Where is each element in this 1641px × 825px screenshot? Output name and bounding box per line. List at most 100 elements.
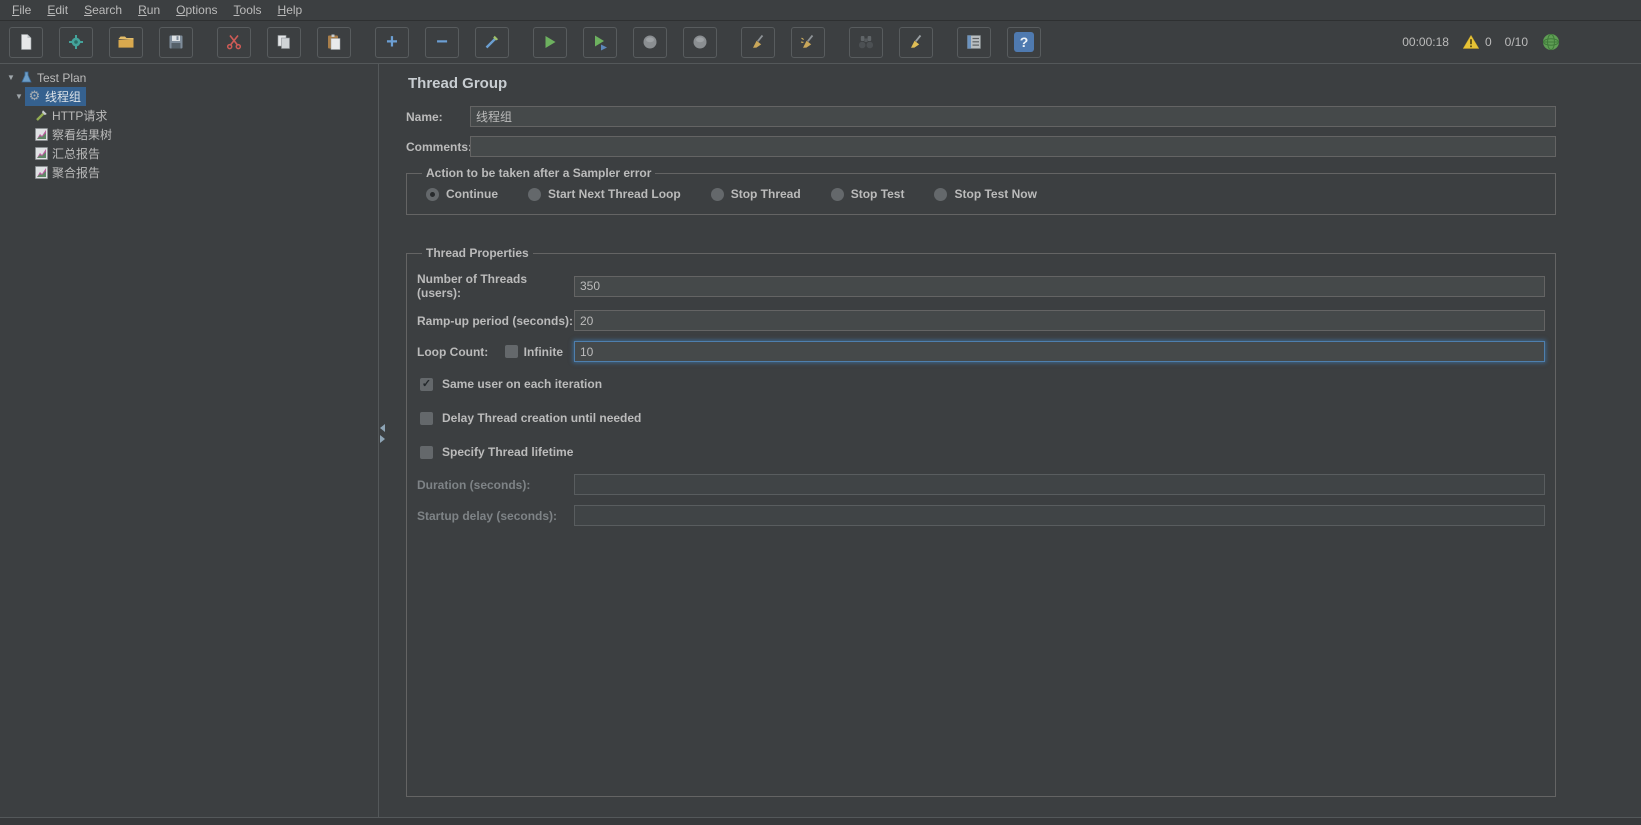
thread-counts: 0/10 (1504, 35, 1528, 49)
tree-node-label: 汇总报告 (52, 147, 101, 161)
name-input[interactable] (470, 106, 1556, 127)
open-button[interactable] (109, 26, 143, 58)
listener-chart-icon (34, 147, 49, 161)
copy-button[interactable] (267, 26, 301, 58)
new-file-button[interactable] (9, 26, 43, 58)
radio-label: Stop Test Now (954, 187, 1037, 201)
tree-node-summary-report[interactable]: 汇总报告 (0, 144, 378, 163)
play-icon (545, 36, 556, 48)
radio-label: Stop Thread (730, 187, 801, 201)
minus-icon: − (436, 31, 448, 53)
collapse-all-button[interactable]: − (425, 26, 459, 58)
thread-lifetime-label: Specify Thread lifetime (442, 445, 574, 459)
page-title: Thread Group (408, 75, 508, 92)
delay-thread-row: Delay Thread creation until needed (420, 411, 1545, 425)
templates-button[interactable] (59, 26, 93, 58)
thread-group-panel: Thread Group Name: Comments: Action to b… (398, 64, 1641, 817)
splitter-grip-icon[interactable] (380, 424, 385, 443)
toggle-icon (485, 35, 499, 49)
clear-button[interactable] (741, 26, 775, 58)
radio-stop-thread[interactable]: Stop Thread (710, 187, 801, 201)
tree-node-thread-group[interactable]: ▼ ⚙ 线程组 (0, 87, 378, 106)
window-bottom-edge (0, 817, 1641, 825)
radio-continue[interactable]: Continue (426, 187, 498, 201)
rampup-label: Ramp-up period (seconds): (417, 313, 574, 328)
menu-edit[interactable]: Edit (39, 1, 76, 19)
loop-count-input[interactable] (574, 341, 1545, 362)
paste-button[interactable] (317, 26, 351, 58)
rampup-input[interactable] (574, 310, 1545, 331)
num-threads-input[interactable] (574, 275, 1545, 297)
elapsed-time: 00:00:18 (1402, 35, 1449, 49)
num-threads-label: Number of Threads (users): (417, 272, 528, 300)
content-area: ▼ Test Plan ▼ ⚙ 线程组 HTTP请求 察看结果树 汇总报告 聚合… (0, 64, 1641, 817)
sampler-error-group: Action to be taken after a Sampler error… (406, 166, 1556, 215)
infinite-checkbox[interactable] (504, 345, 518, 358)
broom-all-icon (800, 34, 814, 48)
menu-run[interactable]: Run (130, 1, 168, 19)
plus-icon: + (386, 31, 398, 53)
cut-button[interactable] (217, 26, 251, 58)
tree-node-test-plan[interactable]: ▼ Test Plan (0, 68, 378, 87)
stop-icon (643, 35, 657, 49)
comments-input[interactable] (470, 136, 1556, 157)
warning-icon (1462, 34, 1480, 49)
toolbar-status-area: 00:00:18 0 0/10 (1402, 32, 1641, 52)
same-user-checkbox[interactable]: ✓ (420, 377, 433, 391)
clear-all-button[interactable] (791, 26, 825, 58)
menu-file[interactable]: File (4, 1, 39, 19)
shutdown-button[interactable] (683, 26, 717, 58)
thread-properties-group: Thread Properties Number of Threads (use… (406, 246, 1556, 797)
log-warning-indicator[interactable]: 0 (1462, 34, 1492, 50)
expand-arrow-icon[interactable]: ▼ (5, 73, 17, 82)
thread-lifetime-checkbox[interactable] (420, 445, 433, 459)
radio-button-icon (934, 187, 948, 201)
start-button[interactable] (533, 26, 567, 58)
help-button[interactable]: ? (1007, 26, 1041, 58)
listener-chart-icon (34, 128, 49, 142)
menu-help[interactable]: Help (270, 1, 311, 19)
expand-all-button[interactable]: + (375, 26, 409, 58)
tree-node-label: 线程组 (45, 90, 82, 104)
tree-node-label: 聚合报告 (52, 166, 101, 180)
test-plan-tree: ▼ Test Plan ▼ ⚙ 线程组 HTTP请求 察看结果树 汇总报告 聚合… (0, 64, 379, 817)
radio-stop-test-now[interactable]: Stop Test Now (934, 187, 1037, 201)
name-label: Name: (406, 109, 443, 124)
radio-stop-test[interactable]: Stop Test (830, 187, 905, 201)
save-icon (169, 35, 183, 49)
menu-search[interactable]: Search (76, 1, 130, 19)
loop-count-label: Loop Count: (417, 344, 489, 359)
tree-node-view-results-tree[interactable]: 察看结果树 (0, 125, 378, 144)
copy-icon (277, 35, 290, 49)
infinite-label: Infinite (523, 344, 563, 359)
paste-icon (328, 34, 341, 50)
broom-icon (753, 34, 764, 48)
radio-button-icon (710, 187, 724, 201)
delay-thread-label: Delay Thread creation until needed (442, 411, 642, 425)
tree-node-http-request[interactable]: HTTP请求 (0, 106, 378, 125)
expand-arrow-icon[interactable]: ▼ (13, 92, 25, 101)
radio-button-icon (830, 187, 844, 201)
tree-node-aggregate-report[interactable]: 聚合报告 (0, 163, 378, 182)
toolbar: + − ? 00:00:18 0 0/10 (0, 21, 1641, 64)
split-divider[interactable] (379, 64, 398, 817)
radio-label: Stop Test (850, 187, 905, 201)
function-helper-button[interactable] (957, 26, 991, 58)
same-user-label: Same user on each iteration (442, 377, 603, 391)
toggle-button[interactable] (475, 26, 509, 58)
menu-tools[interactable]: Tools (226, 1, 270, 19)
thread-lifetime-row: Specify Thread lifetime (420, 445, 1545, 459)
menu-options[interactable]: Options (168, 1, 225, 19)
search-button[interactable] (849, 26, 883, 58)
stop-button[interactable] (633, 26, 667, 58)
radio-label: Continue (446, 187, 498, 201)
delay-thread-checkbox[interactable] (420, 411, 433, 425)
radio-start-next-thread-loop[interactable]: Start Next Thread Loop (528, 187, 681, 201)
thread-properties-legend: Thread Properties (426, 246, 529, 260)
start-no-pauses-button[interactable] (583, 26, 617, 58)
radio-label: Start Next Thread Loop (548, 187, 681, 201)
search-reset-button[interactable] (899, 26, 933, 58)
listener-chart-icon (34, 166, 49, 180)
save-button[interactable] (159, 26, 193, 58)
duration-label: Duration (seconds): (417, 477, 531, 492)
